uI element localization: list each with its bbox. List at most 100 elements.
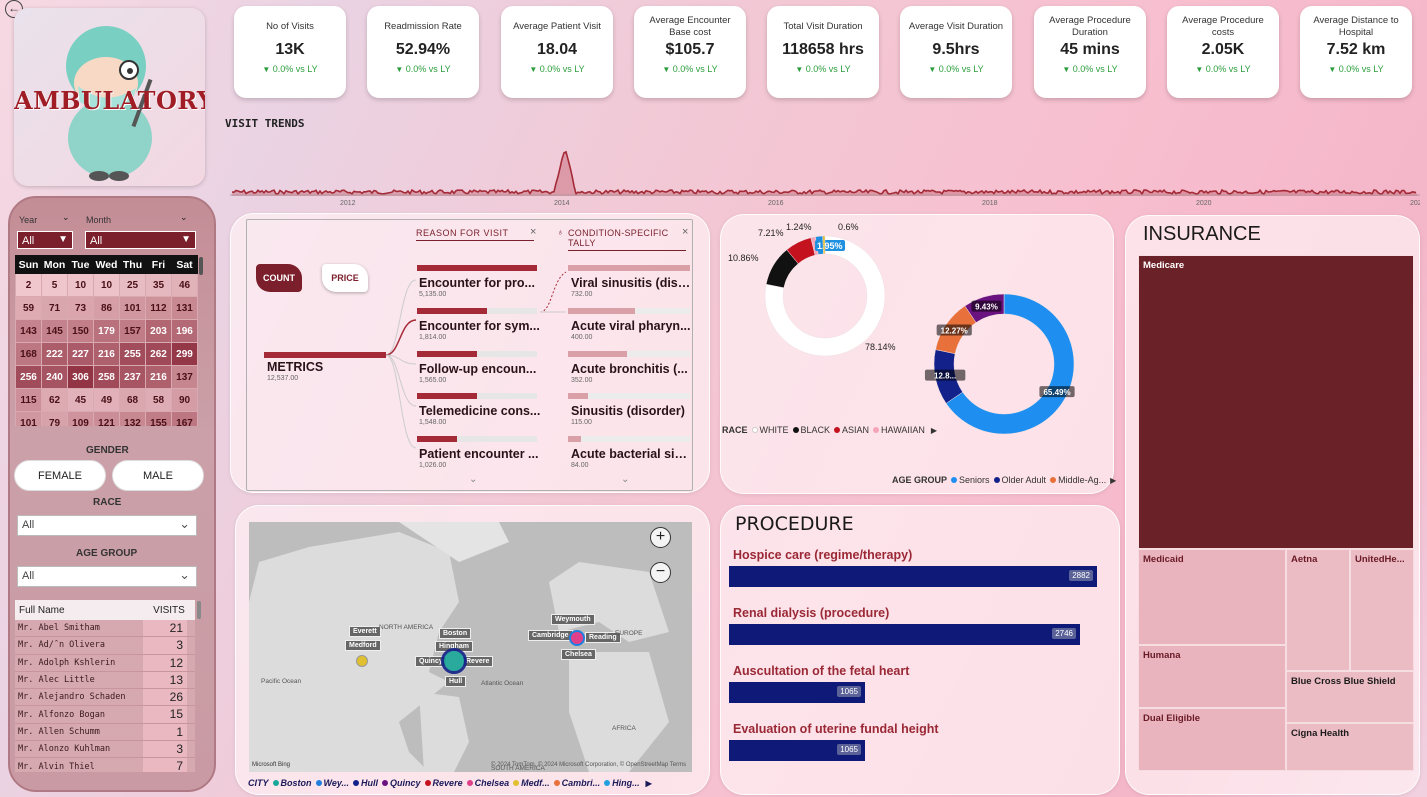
calendar-cell[interactable]: 157 (119, 319, 146, 343)
treemap-tile[interactable]: UnitedHe... (1350, 549, 1414, 671)
procedure-bar[interactable]: 2882 (729, 566, 1097, 587)
reason-bar[interactable] (417, 265, 537, 271)
condition-bar[interactable] (568, 393, 690, 399)
legend-item[interactable]: HAWAIIAN (869, 425, 925, 435)
reason-bar[interactable] (417, 436, 537, 442)
calendar-cell[interactable]: 143 (15, 319, 42, 343)
map-city-label[interactable]: Cambridge (528, 630, 573, 641)
calendar-cell[interactable]: 255 (119, 342, 146, 366)
calendar-cell[interactable]: 227 (67, 342, 94, 366)
condition-label[interactable]: Acute viral pharyn... (571, 319, 691, 333)
legend-item[interactable]: Middle-Ag... (1046, 475, 1106, 485)
calendar-cell[interactable]: 216 (93, 342, 120, 366)
condition-bar[interactable] (568, 265, 690, 271)
legend-item[interactable]: Wey... (312, 778, 349, 788)
calendar-cell[interactable]: 90 (171, 388, 198, 412)
map-marker-cluster-boston[interactable] (441, 648, 467, 674)
legend-item[interactable]: Boston (269, 778, 312, 788)
patient-table-scrollbar[interactable] (197, 601, 201, 619)
close-icon[interactable]: × (530, 226, 536, 238)
calendar-cell[interactable]: 109 (67, 411, 94, 426)
calendar-cell[interactable]: 258 (93, 365, 120, 389)
calendar-cell[interactable]: 5 (41, 273, 68, 297)
calendar-cell[interactable]: 203 (145, 319, 172, 343)
map-marker-medford[interactable] (356, 655, 368, 667)
treemap-tile[interactable]: Medicare (1138, 255, 1414, 549)
procedure-bar[interactable]: 2746 (729, 624, 1080, 645)
condition-bar[interactable] (568, 308, 690, 314)
treemap-tile[interactable]: Medicaid (1138, 549, 1286, 645)
calendar-cell[interactable]: 306 (67, 365, 94, 389)
price-button[interactable]: PRICE (322, 264, 368, 292)
condition-label[interactable]: Acute bacterial sin... (571, 447, 691, 461)
calendar-cell[interactable]: 101 (15, 411, 42, 426)
legend-item[interactable]: Quincy (378, 778, 421, 788)
map-city-label[interactable]: Medford (345, 640, 381, 651)
table-row[interactable]: Mr. Alec Little 13 (15, 671, 195, 690)
calendar-cell[interactable]: 168 (15, 342, 42, 366)
reason-bar[interactable] (417, 393, 537, 399)
calendar-cell[interactable]: 2 (15, 273, 42, 297)
female-button[interactable]: FEMALE (14, 460, 106, 491)
table-row[interactable]: Mr. Alvin Thiel 7 (15, 758, 195, 772)
calendar-cell[interactable]: 62 (41, 388, 68, 412)
legend-item[interactable]: BLACK (789, 425, 830, 435)
chevron-right-icon[interactable]: ▶ (646, 779, 652, 788)
age-group-select[interactable]: All ⌄ (17, 566, 197, 587)
condition-label[interactable]: Sinusitis (disorder) (571, 404, 691, 418)
table-row[interactable]: Mr. Adolph Kshlerin 12 (15, 654, 195, 672)
table-row[interactable]: Mr. Alejandro Schaden 26 (15, 689, 195, 707)
treemap-tile[interactable]: Blue Cross Blue Shield (1286, 671, 1414, 723)
calendar-cell[interactable]: 256 (15, 365, 42, 389)
calendar-cell[interactable]: 145 (41, 319, 68, 343)
legend-item[interactable]: Hing... (600, 778, 640, 788)
calendar-cell[interactable]: 131 (171, 296, 198, 320)
reason-label[interactable]: Encounter for pro... (419, 276, 541, 290)
reason-bar[interactable] (417, 351, 537, 357)
legend-item[interactable]: Chelsea (463, 778, 509, 788)
treemap-tile[interactable]: Humana (1138, 645, 1286, 708)
calendar-cell[interactable]: 73 (67, 296, 94, 320)
col-visits[interactable]: VISITS (143, 605, 195, 616)
calendar-cell[interactable]: 79 (41, 411, 68, 426)
calendar-cell[interactable]: 101 (119, 296, 146, 320)
chevron-right-icon[interactable]: ▶ (1110, 476, 1116, 485)
legend-item[interactable]: Revere (421, 778, 463, 788)
calendar-cell[interactable]: 150 (67, 319, 94, 343)
map-city-label[interactable]: Weymouth (551, 614, 595, 625)
reason-label[interactable]: Encounter for sym... (419, 319, 541, 333)
legend-item[interactable]: Medf... (509, 778, 550, 788)
map-city-label[interactable]: Chelsea (561, 649, 596, 660)
city-map[interactable]: Everett Medford Boston Hingham Quincy Revere H… (249, 522, 692, 772)
table-row[interactable]: Mr. Allen Schumm 1 (15, 723, 195, 742)
map-city-label[interactable]: Hull (445, 676, 467, 687)
legend-item[interactable]: Seniors (947, 475, 990, 485)
calendar-cell[interactable]: 240 (41, 365, 68, 389)
calendar-cell[interactable]: 137 (171, 365, 198, 389)
treemap-tile[interactable]: Dual Eligible (1138, 708, 1286, 771)
calendar-cell[interactable]: 45 (67, 388, 94, 412)
calendar-cell[interactable]: 49 (93, 388, 120, 412)
calendar-cell[interactable]: 132 (119, 411, 146, 426)
procedure-bar[interactable]: 1065 (729, 740, 865, 761)
calendar-cell[interactable]: 196 (171, 319, 198, 343)
calendar-cell[interactable]: 222 (41, 342, 68, 366)
reason-bar[interactable] (417, 308, 537, 314)
reason-label[interactable]: Telemedicine cons... (419, 404, 541, 418)
map-marker-cluster-cambridge[interactable] (569, 630, 585, 646)
legend-item[interactable]: WHITE (748, 425, 789, 435)
calendar-cell[interactable]: 262 (145, 342, 172, 366)
calendar-cell[interactable]: 46 (171, 273, 198, 297)
count-button[interactable]: COUNT (256, 264, 302, 292)
calendar-cell[interactable]: 59 (15, 296, 42, 320)
calendar-cell[interactable]: 68 (119, 388, 146, 412)
table-row[interactable]: Mr. Alonzo Kuhlman 3 (15, 741, 195, 759)
calendar-scrollbar[interactable] (199, 257, 203, 275)
legend-item[interactable]: Older Adult (990, 475, 1046, 485)
condition-bar[interactable] (568, 351, 690, 357)
chevron-right-icon[interactable]: ▶ (931, 426, 937, 435)
procedure-bar[interactable]: 1065 (729, 682, 865, 703)
chevron-down-icon[interactable]: ⌄ (469, 474, 477, 485)
calendar-cell[interactable]: 71 (41, 296, 68, 320)
calendar-cell[interactable]: 299 (171, 342, 198, 366)
